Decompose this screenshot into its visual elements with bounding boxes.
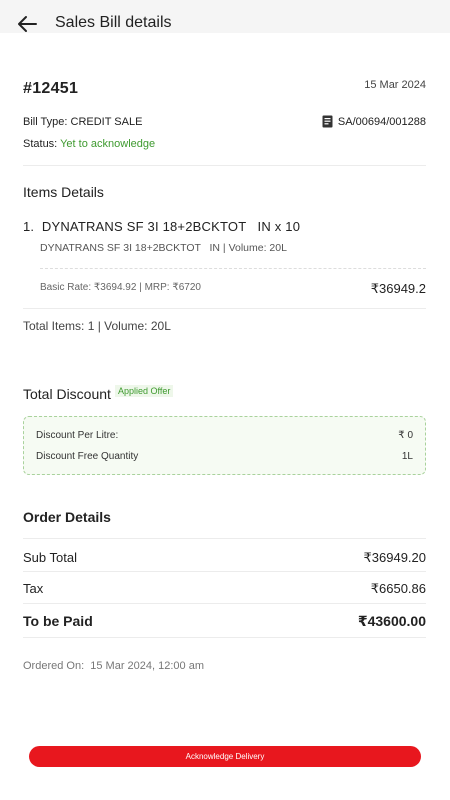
item-amount: ₹36949.2 — [370, 281, 426, 296]
arrow-left-icon — [18, 16, 37, 32]
bill-status: Status: Yet to acknowledge — [23, 138, 155, 150]
item-name: DYNATRANS SF 3I 18+2BCKTOT IN x 10 — [41, 219, 301, 234]
bill-type-label: Bill Type: — [23, 116, 71, 128]
divider — [23, 165, 426, 166]
to-be-paid-value: ₹43600.00 — [357, 613, 426, 629]
bill-date: 15 Mar 2024 — [364, 79, 426, 91]
order-section-title: Order Details — [23, 509, 111, 525]
discount-section-title: Total Discount — [23, 386, 111, 402]
discount-per-litre-value: ₹ 0 — [398, 430, 413, 441]
discount-box: Discount Per Litre: ₹ 0 Discount Free Qu… — [23, 416, 426, 475]
status-value: Yet to acknowledge — [60, 138, 156, 150]
applied-offer-badge: Applied Offer — [115, 385, 174, 397]
sub-total-label: Sub Total — [23, 550, 77, 565]
dashed-divider — [40, 268, 426, 269]
divider — [23, 603, 426, 604]
item-rate: Basic Rate: ₹3694.92 | MRP: ₹6720 — [40, 282, 201, 293]
discount-per-litre-label: Discount Per Litre: — [36, 430, 119, 441]
back-button[interactable] — [16, 13, 38, 35]
discount-free-qty-value: 1L — [401, 451, 413, 462]
app-header: Sales Bill details — [0, 0, 450, 33]
tax-label: Tax — [23, 581, 44, 596]
page-title: Sales Bill details — [55, 14, 172, 31]
divider — [23, 538, 426, 539]
bill-type-value: CREDIT SALE — [70, 116, 143, 128]
items-summary: Total Items: 1 | Volume: 20L — [23, 319, 171, 333]
receipt-icon — [322, 115, 333, 128]
tax-value: ₹6650.86 — [370, 581, 426, 596]
bill-number: #12451 — [23, 80, 79, 97]
divider — [23, 571, 426, 572]
discount-free-qty-label: Discount Free Quantity — [36, 451, 139, 462]
ordered-on: Ordered On: 15 Mar 2024, 12:00 am — [23, 660, 204, 672]
divider — [23, 308, 426, 309]
sub-total-value: ₹36949.20 — [363, 550, 427, 565]
item-title: 1. DYNATRANS SF 3I 18+2BCKTOT IN x 10 — [23, 219, 300, 234]
bill-reference: SA/00694/001288 — [322, 115, 426, 128]
item-subtitle: DYNATRANS SF 3I 18+2BCKTOT IN | Volume: … — [40, 242, 287, 254]
bill-type: Bill Type: CREDIT SALE — [23, 116, 142, 128]
item-index: 1. — [23, 219, 35, 234]
status-label: Status: — [23, 138, 61, 150]
to-be-paid-label: To be Paid — [23, 613, 93, 629]
acknowledge-delivery-button[interactable]: Acknowledge Delivery — [29, 746, 421, 767]
items-section-title: Items Details — [23, 184, 104, 200]
bill-reference-number: SA/00694/001288 — [337, 115, 426, 128]
divider — [23, 637, 426, 638]
